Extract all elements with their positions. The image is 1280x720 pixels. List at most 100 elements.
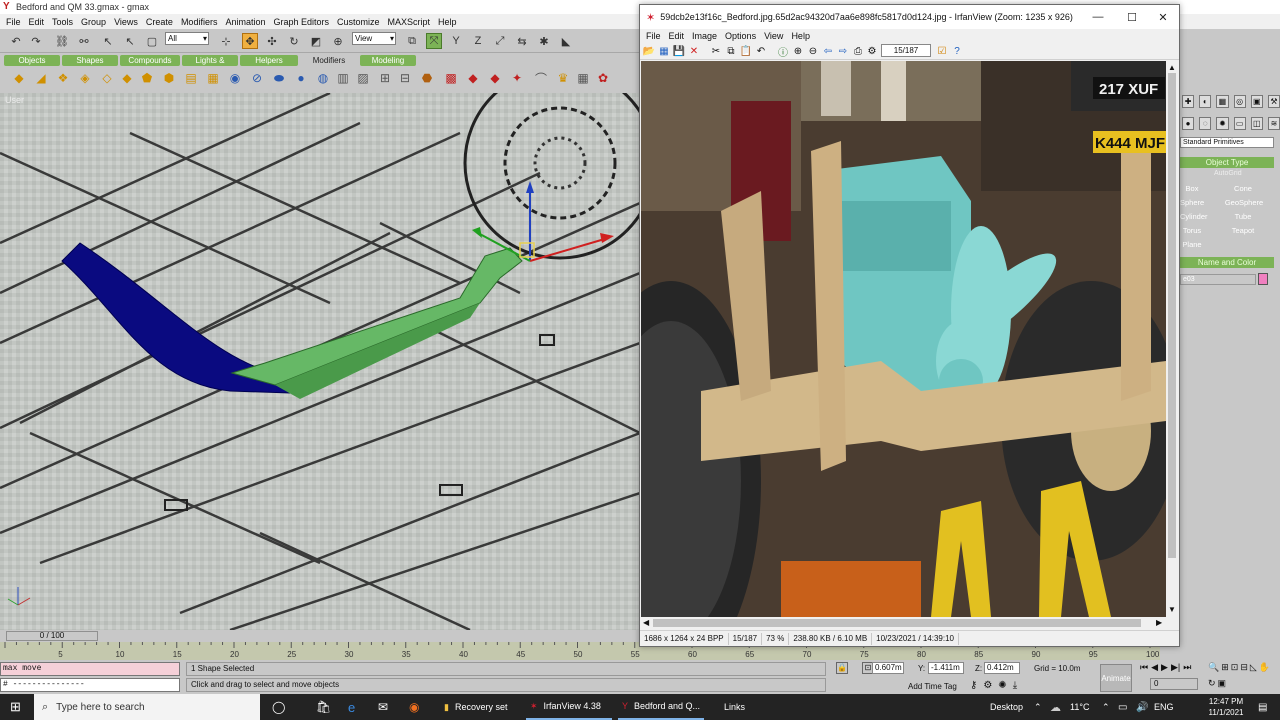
spacewarps-icon[interactable]: ≋ <box>1267 117 1280 130</box>
tab-lights-cameras[interactable]: Lights & Cameras <box>182 55 238 76</box>
wave-modifier-icon[interactable]: ▦ <box>206 71 220 85</box>
poly-select-icon[interactable]: ◆ <box>488 71 502 85</box>
spherify-modifier-icon[interactable]: ● <box>294 71 308 85</box>
sun-icon[interactable]: ✺ <box>998 680 1006 692</box>
links-toolbar[interactable]: Links <box>724 697 745 717</box>
helpers-icon[interactable]: ◫ <box>1250 117 1263 130</box>
display-tab-icon[interactable]: ▣ <box>1250 95 1263 108</box>
primitive-category-dropdown[interactable]: Standard Primitives <box>1180 137 1274 148</box>
options-icon[interactable]: ⚙ <box>866 45 878 57</box>
checkmark-icon[interactable]: ☑ <box>936 45 948 57</box>
select-and-move-icon[interactable]: ✥ <box>242 33 258 49</box>
zoom-all-icon[interactable]: ⊞ <box>1221 662 1229 676</box>
hierarchy-tab-icon[interactable]: ▦ <box>1216 95 1229 108</box>
zoom-extents-icon[interactable]: ⊡ <box>1231 662 1239 676</box>
link-icon[interactable]: ⛓ <box>54 33 70 49</box>
object-name-field[interactable]: e03 <box>1180 274 1256 285</box>
menu-animation[interactable]: Animation <box>221 17 269 27</box>
torus-button[interactable]: Torus <box>1180 225 1204 236</box>
zoom-out-icon[interactable]: ⊖ <box>807 45 819 57</box>
language-indicator[interactable]: ENG <box>1154 697 1174 717</box>
twist-modifier-icon[interactable]: ❖ <box>56 71 70 85</box>
dolly-icon[interactable]: ⤓ <box>1013 680 1017 692</box>
lathe-icon[interactable]: ▦ <box>576 71 590 85</box>
select-move-icon[interactable]: ⊹ <box>218 33 234 49</box>
go-end-icon[interactable]: ⏭ <box>1183 662 1191 674</box>
menu-views[interactable]: Views <box>110 17 142 27</box>
lock-selection-icon[interactable]: 🔒 <box>836 662 848 674</box>
axis-constraint-icon[interactable]: ⤧ <box>426 33 442 49</box>
ffd-icon[interactable]: ▥ <box>336 71 350 85</box>
minimize-icon[interactable]: — <box>1082 5 1114 29</box>
slideshow-icon[interactable]: ▦ <box>658 45 670 57</box>
mirror-icon[interactable]: ⇆ <box>514 33 530 49</box>
menu-create[interactable]: Create <box>142 17 177 27</box>
task-view-icon[interactable]: ◯ <box>272 697 285 717</box>
tab-shapes[interactable]: Shapes <box>62 55 118 66</box>
volume-icon[interactable]: 🔊 <box>1136 697 1148 717</box>
viewport-user[interactable]: User <box>0 93 640 630</box>
save-icon[interactable]: 💾 <box>673 45 685 57</box>
pivot-icon[interactable]: ⊕ <box>330 33 346 49</box>
use-center-icon[interactable]: ⧉ <box>404 33 420 49</box>
fov-icon[interactable]: ◺ <box>1250 662 1257 676</box>
lights-icon[interactable]: ✹ <box>1216 117 1229 130</box>
select-rotate-icon[interactable]: ✣ <box>264 33 280 49</box>
reference-coord-dropdown[interactable]: View <box>352 32 396 45</box>
scroll-left-icon[interactable]: ◀ <box>643 618 649 627</box>
pan-icon[interactable]: ✋ <box>1259 662 1270 676</box>
autogrid-label[interactable]: AutoGrid <box>1214 170 1242 177</box>
horizontal-scrollbar[interactable]: ◀ ▶ <box>641 617 1166 629</box>
utilities-tab-icon[interactable]: ⚒ <box>1267 95 1280 108</box>
box-button[interactable]: Box <box>1180 183 1204 194</box>
key-icon[interactable]: ⚷ <box>970 680 977 692</box>
windows-start-icon[interactable]: ⊞ <box>10 697 21 717</box>
name-color-header[interactable]: Name and Color <box>1180 257 1274 268</box>
maxscript-listener-output[interactable]: max move <box>0 662 180 676</box>
xform-icon[interactable]: ⊞ <box>378 71 392 85</box>
sphere-button[interactable]: Sphere <box>1180 197 1204 208</box>
object-color-swatch[interactable] <box>1258 273 1268 285</box>
teapot-button[interactable]: Teapot <box>1226 225 1260 236</box>
info-icon[interactable]: ⓘ <box>777 45 789 59</box>
previous-icon[interactable]: ⇦ <box>822 45 834 57</box>
tab-helpers[interactable]: Helpers <box>240 55 298 66</box>
edit-spline-icon[interactable]: ⌒ <box>534 71 548 86</box>
undo-icon-irfan[interactable]: ↶ <box>755 45 767 57</box>
page-counter-field[interactable]: 15/187 <box>881 44 931 57</box>
help-icon[interactable]: ? <box>951 45 963 57</box>
tab-modifiers[interactable]: Modifiers <box>300 55 358 66</box>
play-icon[interactable]: ▶ <box>1161 662 1168 674</box>
displayed-photo[interactable]: 217 XUF K444 MJF <box>641 61 1166 617</box>
zoom-extents-all-icon[interactable]: ⊟ <box>1240 662 1248 676</box>
tab-objects[interactable]: Objects <box>4 55 60 66</box>
axis-xy-icon[interactable]: ⤢ <box>492 33 508 49</box>
menu-edit[interactable]: Edit <box>25 17 49 27</box>
shapes-icon[interactable]: ◌ <box>1199 117 1212 130</box>
orbit-icon[interactable]: ↻ <box>1208 678 1216 692</box>
angle-snap-icon[interactable]: ◣ <box>558 33 574 49</box>
add-time-tag[interactable]: Add Time Tag <box>908 680 957 694</box>
y-coordinate-field[interactable]: -1.411m <box>928 662 964 674</box>
rotate-icon[interactable]: ↻ <box>286 33 302 49</box>
edit-poly-icon[interactable]: ▩ <box>444 71 458 85</box>
menu-help[interactable]: Help <box>434 17 461 27</box>
geosphere-button[interactable]: GeoSphere <box>1224 197 1264 208</box>
irfan-menu-view[interactable]: View <box>760 31 787 41</box>
tab-compounds[interactable]: Compounds <box>120 55 180 66</box>
slice-modifier-icon[interactable]: ⊘ <box>250 71 264 85</box>
ripple-modifier-icon[interactable]: ▤ <box>184 71 198 85</box>
region-select-icon[interactable]: ▢ <box>144 33 160 49</box>
skew-modifier-icon[interactable]: ◉ <box>228 71 242 85</box>
clock[interactable]: 12:47 PM 11/1/2021 <box>1200 696 1252 718</box>
tray-expand-icon[interactable]: ⌃ <box>1102 697 1110 717</box>
scale-icon[interactable]: ◩ <box>308 33 324 49</box>
push-modifier-icon[interactable]: ⬟ <box>140 71 154 85</box>
modify-tab-icon[interactable]: ◐ <box>1199 95 1212 108</box>
scroll-up-icon[interactable]: ▲ <box>1168 63 1176 72</box>
maximize-icon[interactable]: ☐ <box>1116 5 1148 29</box>
print-icon[interactable]: ⎙ <box>852 45 864 57</box>
z-coordinate-field[interactable]: 0.412m <box>984 662 1020 674</box>
maxscript-listener-input[interactable]: # --------------- <box>0 678 180 692</box>
menu-customize[interactable]: Customize <box>333 17 384 27</box>
